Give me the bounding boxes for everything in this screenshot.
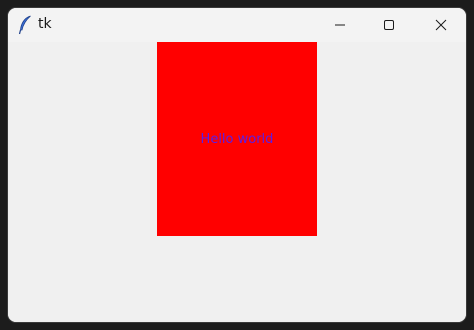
maximize-button[interactable]	[366, 8, 412, 42]
feather-icon	[18, 15, 32, 35]
maximize-icon	[383, 19, 395, 31]
minimize-button[interactable]	[317, 8, 363, 42]
minimize-icon	[334, 19, 346, 31]
hello-label: Hello world	[157, 42, 317, 236]
window-client-area: Hello world	[8, 42, 466, 322]
hello-label-text: Hello world	[200, 131, 274, 147]
window-title: tk	[38, 16, 52, 32]
title-bar[interactable]: tk	[8, 8, 466, 42]
app-window: tk Hello world	[8, 8, 466, 322]
close-icon	[435, 19, 447, 31]
close-button[interactable]	[418, 8, 464, 42]
